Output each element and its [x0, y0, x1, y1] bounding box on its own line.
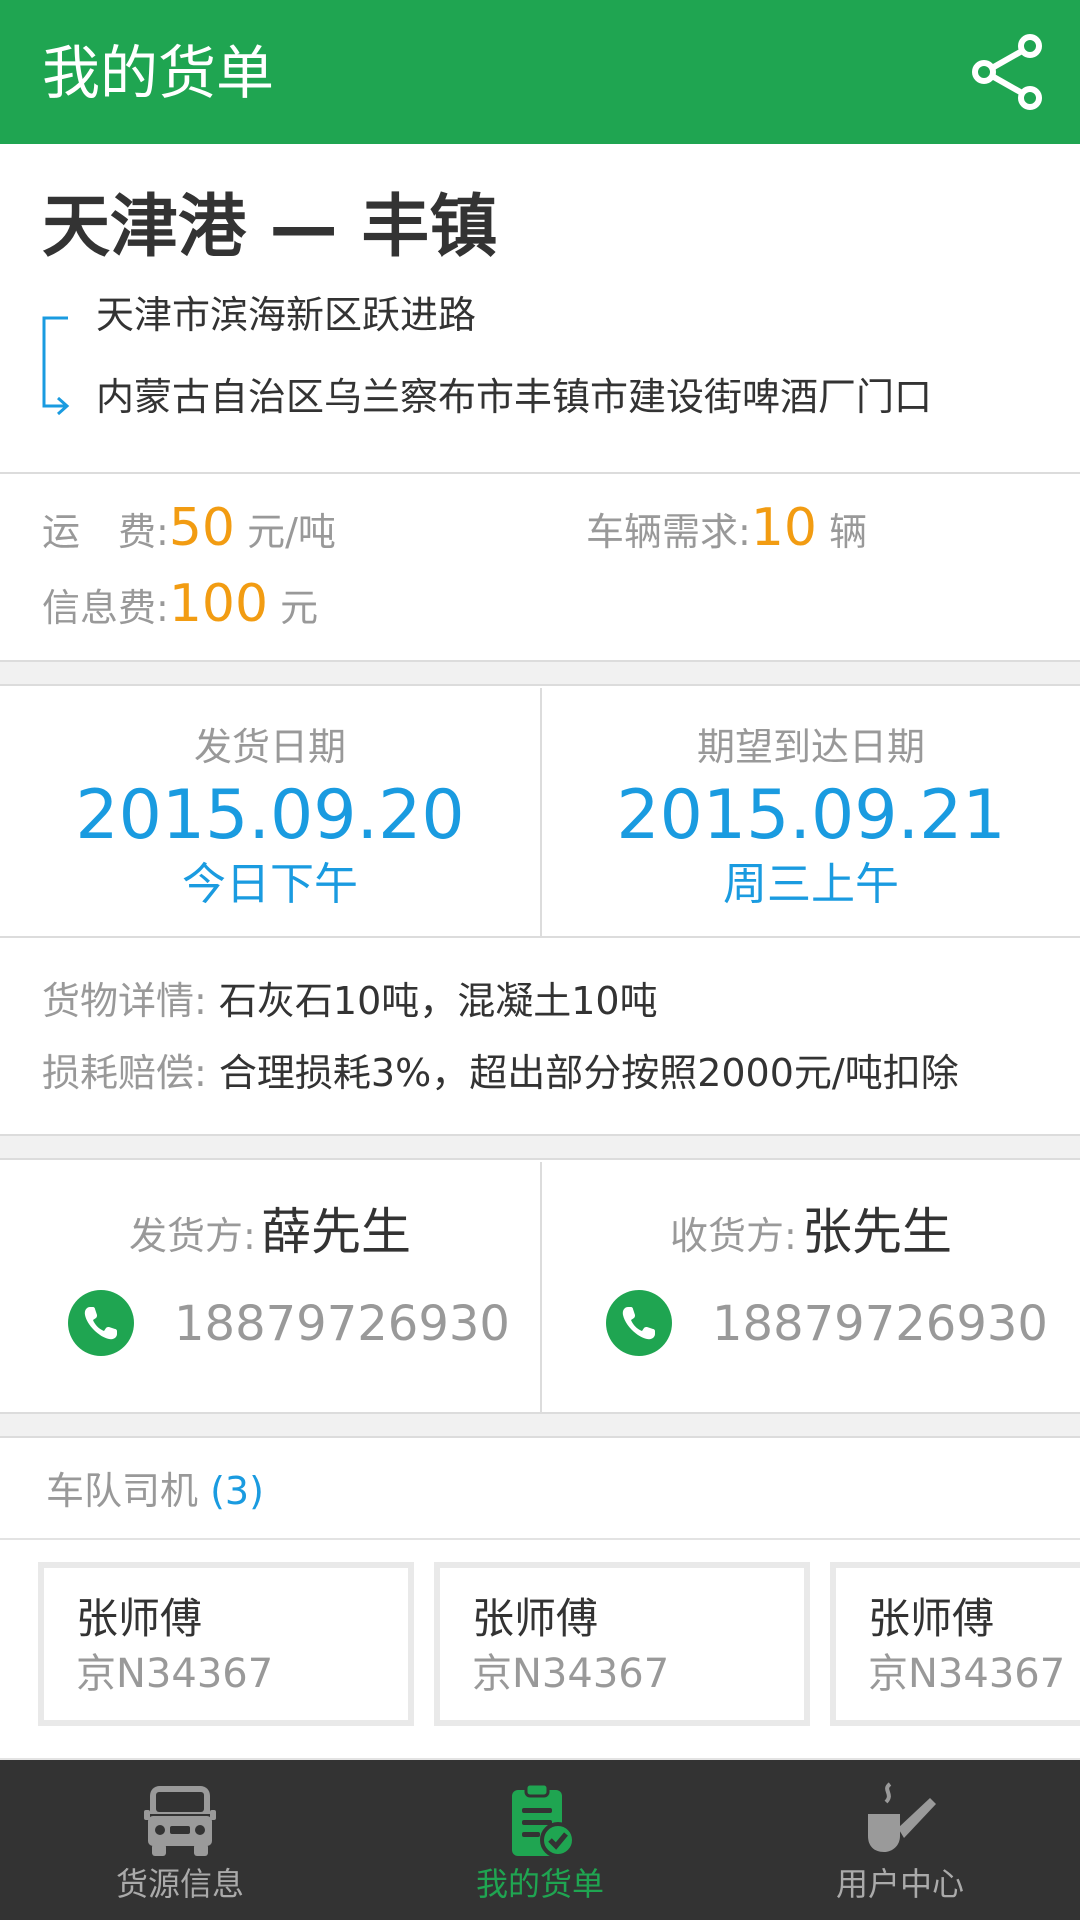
driver-plate: 京N34367 [868, 1651, 1066, 1697]
tab-label: 用户中心 [835, 1865, 964, 1903]
section-divider [0, 1414, 1080, 1438]
driver-name: 张师傅 [472, 1594, 599, 1643]
clipboard-check-icon [512, 1782, 576, 1858]
driver-card[interactable]: 张师傅 京N34367 [38, 1562, 414, 1726]
fleet-label: 车队司机 [46, 1469, 199, 1513]
goods-detail-value: 石灰石10吨，混凝土10吨 [218, 979, 658, 1023]
info-fee-value: 100 [168, 574, 269, 634]
receiver-label: 收货方: [670, 1214, 797, 1258]
receiver-block: 收货方: 张先生 18879726930 [540, 1162, 1080, 1412]
phone-icon[interactable] [68, 1290, 134, 1356]
freight-value: 50 [168, 498, 235, 558]
tab-label: 货源信息 [115, 1865, 244, 1903]
info-fee-unit: 元 [280, 586, 319, 630]
fees-section: 运 费:50 元/吨 车辆需求:10 辆 信息费:100 元 [0, 474, 1080, 662]
vehicle-row: 车辆需求:10 辆 [586, 498, 867, 562]
driver-plate: 京N34367 [472, 1651, 670, 1697]
shipper-block: 发货方: 薛先生 18879726930 [0, 1162, 540, 1412]
goods-section: 货物详情: 石灰石10吨，混凝土10吨 损耗赔偿: 合理损耗3%，超出部分按照2… [0, 938, 1080, 1136]
arrival-date: 2015.09.21 [616, 776, 1006, 855]
vehicle-unit: 辆 [829, 510, 868, 554]
receiver-name: 张先生 [801, 1203, 952, 1261]
arrival-time: 周三上午 [723, 859, 899, 910]
shipper-label: 发货方: [129, 1214, 256, 1258]
driver-card[interactable]: 张师傅 京N34367 [434, 1562, 810, 1726]
dates-section: 发货日期 2015.09.20 今日下午 期望到达日期 2015.09.21 周… [0, 688, 1080, 938]
ship-date-block: 发货日期 2015.09.20 今日下午 [0, 688, 540, 936]
app-bar: 我的货单 [0, 0, 1080, 144]
page-title: 我的货单 [42, 39, 275, 107]
origin-address: 天津市滨海新区跃进路 [96, 293, 477, 337]
goods-detail-label: 货物详情: [42, 979, 207, 1023]
fleet-count: (3) [210, 1469, 264, 1513]
driver-plate: 京N34367 [76, 1651, 274, 1697]
vehicle-value: 10 [750, 498, 817, 558]
ship-time: 今日下午 [182, 859, 358, 910]
contacts-section: 发货方: 薛先生 18879726930 收货方: 张先生 1887972693… [0, 1162, 1080, 1414]
bottom-tab-bar: 货源信息 我的货单 用户中心 [0, 1760, 1080, 1920]
destination-address: 内蒙古自治区乌兰察布市丰镇市建设街啤酒厂门口 [96, 375, 933, 419]
loss-compensation-label: 损耗赔偿: [42, 1051, 207, 1095]
share-icon[interactable] [968, 32, 1048, 112]
freight-label: 运 费: [42, 510, 169, 554]
info-fee-label: 信息费: [42, 586, 169, 630]
arrival-date-block: 期望到达日期 2015.09.21 周三上午 [540, 688, 1080, 936]
fleet-title: 车队司机 (3) [46, 1466, 264, 1516]
shipper-party: 发货方: 薛先生 [0, 1192, 540, 1264]
ship-date: 2015.09.20 [75, 776, 465, 855]
tab-label: 我的货单 [475, 1865, 604, 1903]
goods-detail-row: 货物详情: 石灰石10吨，混凝土10吨 [42, 976, 658, 1026]
tab-user-center[interactable]: 用户中心 [720, 1760, 1080, 1920]
tab-cargo-info[interactable]: 货源信息 [0, 1760, 360, 1920]
tab-my-orders[interactable]: 我的货单 [360, 1760, 720, 1920]
section-divider [0, 1136, 1080, 1160]
receiver-phone[interactable]: 18879726930 [712, 1296, 1048, 1352]
receiver-party: 收货方: 张先生 [542, 1192, 1080, 1264]
loss-compensation-row: 损耗赔偿: 合理损耗3%，超出部分按照2000元/吨扣除 [42, 1048, 959, 1098]
route-arrow-icon [42, 316, 70, 416]
phone-icon[interactable] [606, 1290, 672, 1356]
truck-icon [144, 1786, 216, 1856]
fleet-header: 车队司机 (3) [0, 1440, 1080, 1540]
route-heading: 天津港 — 丰镇 [42, 188, 498, 267]
arrival-date-label: 期望到达日期 [696, 725, 925, 769]
info-fee-row: 信息费:100 元 [42, 574, 318, 638]
freight-row: 运 费:50 元/吨 [42, 498, 336, 562]
driver-card[interactable]: 张师傅 京N34367 [830, 1562, 1080, 1726]
route-section: 天津港 — 丰镇 天津市滨海新区跃进路 内蒙古自治区乌兰察布市丰镇市建设街啤酒厂… [0, 144, 1080, 474]
shipper-name: 薛先生 [260, 1203, 411, 1261]
loss-compensation-value: 合理损耗3%，超出部分按照2000元/吨扣除 [218, 1051, 959, 1095]
driver-name: 张师傅 [76, 1594, 203, 1643]
driver-list[interactable]: 张师傅 京N34367 张师傅 京N34367 张师傅 京N34367 [0, 1540, 1080, 1760]
ship-date-label: 发货日期 [193, 725, 346, 769]
shipper-phone[interactable]: 18879726930 [174, 1296, 510, 1352]
pipe-icon [868, 1782, 936, 1852]
section-divider [0, 662, 1080, 686]
vehicle-label: 车辆需求: [586, 510, 751, 554]
freight-unit: 元/吨 [247, 510, 336, 554]
driver-name: 张师傅 [868, 1594, 995, 1643]
